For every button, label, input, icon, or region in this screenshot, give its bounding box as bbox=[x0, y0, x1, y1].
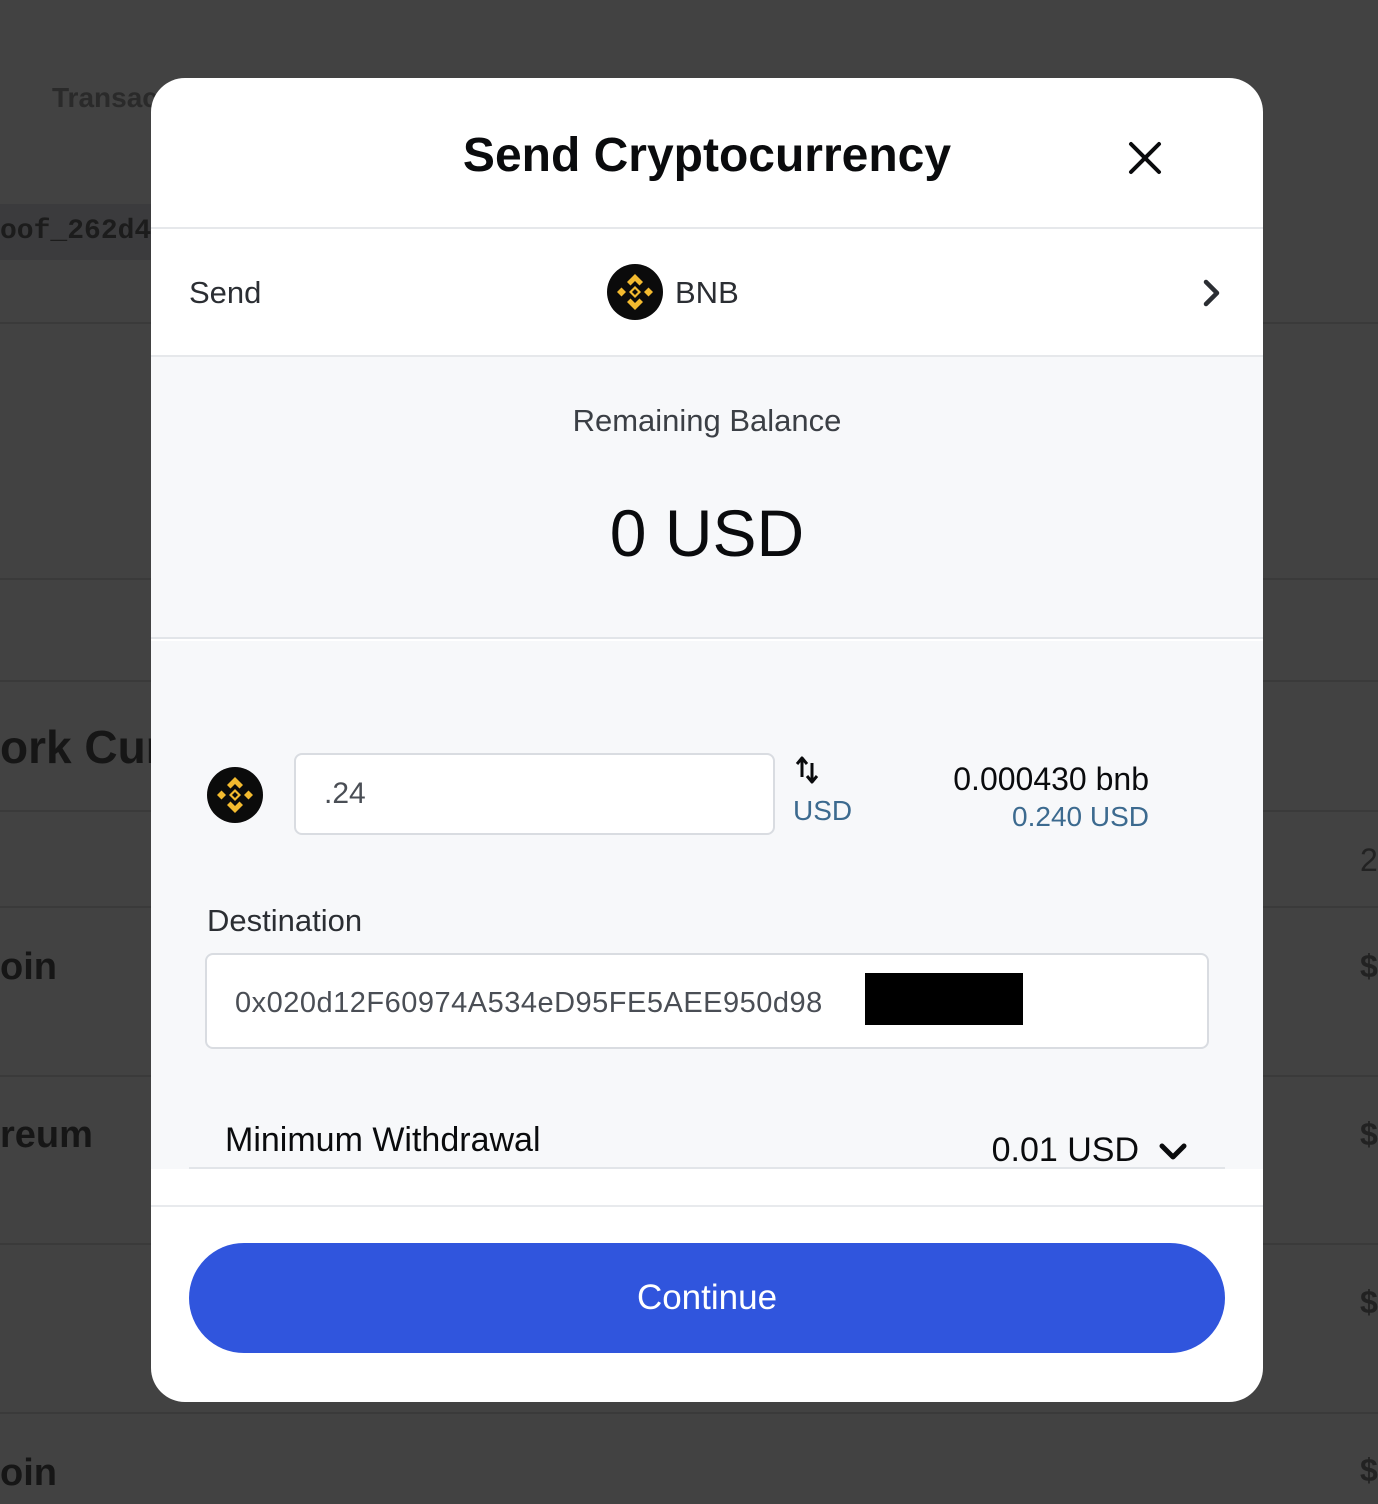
send-form: USD 0.000430 bnb 0.240 USD Destination 0… bbox=[151, 641, 1263, 1169]
minimum-withdrawal-value: 0.01 USD bbox=[991, 1131, 1139, 1169]
bg-price: $ bbox=[1360, 1116, 1378, 1152]
converted-fiat-amount: 0.240 USD bbox=[1012, 801, 1149, 832]
currency-swap-toggle[interactable]: USD bbox=[793, 755, 873, 835]
remaining-balance-value: 0 USD bbox=[609, 496, 805, 570]
bg-price: $ bbox=[1360, 1284, 1378, 1320]
bg-divider bbox=[0, 1412, 1378, 1414]
modal-title: Send Cryptocurrency bbox=[462, 129, 952, 182]
send-crypto-modal: Send Cryptocurrency Send BNB Remaining B… bbox=[151, 78, 1263, 1402]
swap-arrows-icon bbox=[795, 756, 819, 784]
converted-crypto-amount: 0.000430 bnb bbox=[953, 761, 1149, 797]
close-button[interactable] bbox=[1125, 138, 1165, 178]
bg-transactions-tab: Transac bbox=[52, 82, 158, 113]
bg-section-heading: ork Cur bbox=[0, 721, 164, 773]
remaining-balance-label: Remaining Balance bbox=[572, 403, 842, 438]
remaining-balance-panel: Remaining Balance 0 USD bbox=[151, 357, 1263, 639]
bg-price: $ bbox=[1360, 948, 1378, 984]
minimum-withdrawal-dropdown[interactable]: Minimum Withdrawal 0.01 USD bbox=[189, 1111, 1225, 1169]
swap-unit-label: USD bbox=[793, 795, 853, 826]
footer-divider bbox=[151, 1205, 1263, 1207]
bnb-logo-icon bbox=[607, 264, 663, 320]
chevron-right-icon bbox=[1203, 279, 1220, 307]
close-icon bbox=[1129, 142, 1161, 174]
minimum-withdrawal-label: Minimum Withdrawal bbox=[225, 1121, 541, 1159]
continue-button[interactable]: Continue bbox=[189, 1243, 1225, 1353]
bg-coin-row: oin bbox=[0, 946, 57, 988]
bg-coin-row: reum bbox=[0, 1114, 93, 1156]
selected-asset-name: BNB bbox=[675, 275, 739, 310]
bg-coin-row: oin bbox=[0, 1452, 57, 1494]
asset-selector-row[interactable]: Send BNB bbox=[151, 229, 1263, 357]
redaction-box bbox=[865, 973, 1023, 1025]
bnb-logo-icon bbox=[207, 767, 263, 823]
send-label: Send bbox=[189, 275, 262, 310]
destination-label: Destination bbox=[207, 903, 363, 938]
destination-address-value: 0x020d12F60974A534eD95FE5AEE950d98 bbox=[235, 987, 823, 1019]
chevron-down-icon bbox=[1159, 1143, 1187, 1160]
bg-right-digit: 2 bbox=[1360, 842, 1378, 878]
destination-address-field[interactable]: 0x020d12F60974A534eD95FE5AEE950d98 bbox=[205, 953, 1209, 1049]
modal-header: Send Cryptocurrency bbox=[151, 78, 1263, 229]
bg-proof-id: oof_262d4 bbox=[0, 204, 175, 260]
bg-price: $ bbox=[1360, 1452, 1378, 1488]
amount-input[interactable] bbox=[294, 753, 775, 835]
